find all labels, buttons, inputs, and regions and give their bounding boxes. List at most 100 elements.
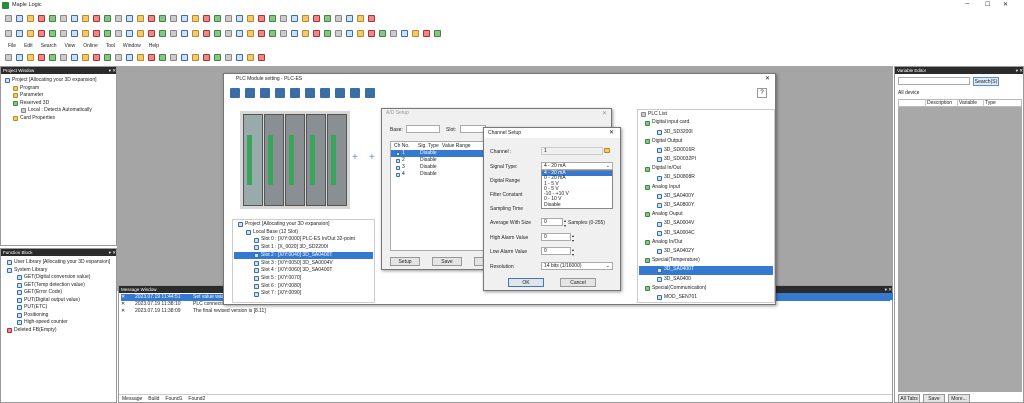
toolbar-icon[interactable] <box>236 30 243 37</box>
toolbar-icon[interactable] <box>225 54 232 61</box>
toolbar-icon[interactable] <box>71 30 78 37</box>
menu-item[interactable]: File <box>8 43 16 49</box>
plc-slot-item[interactable]: Slot 3 : [X/Y:0050] 3D_SA0004V <box>234 259 373 267</box>
menu-item[interactable]: Edit <box>24 43 33 49</box>
toolbar-icon[interactable] <box>5 54 12 61</box>
toolbar-icon[interactable] <box>126 54 133 61</box>
toolbar-icon[interactable] <box>181 15 188 22</box>
toolbar-icon[interactable] <box>104 30 111 37</box>
plc-list-item[interactable]: 3D_SD0016R <box>639 146 773 155</box>
function-block-item[interactable]: User Library [Allocating your 3D expansi… <box>3 259 114 267</box>
function-block-item[interactable]: System Library <box>3 267 114 275</box>
resolution-select[interactable]: 14 bits (1/16000) ⌄ <box>541 262 613 270</box>
ad-setup-close-icon[interactable]: ✕ <box>602 110 607 117</box>
function-block-item[interactable]: GET(Temp detection value) <box>3 282 114 290</box>
plc-list-item[interactable]: Analog Ouput <box>639 210 773 219</box>
toolbar-icon[interactable] <box>60 30 67 37</box>
toolbar-icon[interactable] <box>192 54 199 61</box>
plc-list-item[interactable]: 3D_SD0032PI <box>639 155 773 164</box>
variable-search-input[interactable] <box>898 77 970 85</box>
maximize-button[interactable]: ☐ <box>985 1 990 8</box>
plc-list-item[interactable]: 3D_SD0808R <box>639 174 773 183</box>
toolbar-icon[interactable] <box>181 30 188 37</box>
project-tree-item[interactable]: Parameter <box>3 92 114 100</box>
function-block-item[interactable]: PUT(ETC) <box>3 304 114 312</box>
message-tab[interactable]: Build <box>148 395 159 402</box>
toolbar-icon[interactable] <box>27 30 34 37</box>
toolbar-icon[interactable] <box>38 15 45 22</box>
project-tree-item[interactable]: Reserved 3D <box>3 100 114 108</box>
message-tab[interactable]: Message <box>122 395 142 402</box>
plc-list-item[interactable]: 3D_SA0400 <box>639 275 773 284</box>
toolbar-icon[interactable] <box>148 15 155 22</box>
toolbar-icon[interactable] <box>324 30 331 37</box>
plc-list-item[interactable]: 3D_SA0402Y <box>639 247 773 256</box>
toolbar-icon[interactable] <box>291 30 298 37</box>
function-block-item[interactable]: GET(Digital conversion value) <box>3 274 114 282</box>
toolbar-icon[interactable] <box>170 54 177 61</box>
ad-setup-button[interactable]: Save <box>432 257 462 266</box>
toolbar-icon[interactable] <box>324 15 331 22</box>
plc-module-image[interactable] <box>285 114 305 206</box>
plc-list-item[interactable]: 3D_SA0400T <box>639 265 773 275</box>
toolbar-icon[interactable] <box>126 15 133 22</box>
function-block-item[interactable]: GET(Error Code) <box>3 289 114 297</box>
toolbar-icon[interactable] <box>203 15 210 22</box>
low-alarm-input[interactable]: 0 <box>541 247 571 255</box>
toolbar-icon[interactable] <box>236 54 243 61</box>
menu-item[interactable]: View <box>65 43 76 49</box>
project-tree-item[interactable]: Card Properties <box>3 115 114 123</box>
plc-list-item[interactable]: 3D_SA0400Y <box>639 192 773 201</box>
toolbar-icon[interactable] <box>27 54 34 61</box>
toolbar-icon[interactable] <box>5 15 12 22</box>
ok-button[interactable]: OK <box>508 278 544 287</box>
toolbar-icon[interactable] <box>335 30 342 37</box>
toolbar-icon[interactable] <box>247 54 254 61</box>
plc-tool-icon[interactable] <box>365 88 375 98</box>
close-button[interactable]: ✕ <box>1003 1 1008 8</box>
variable-tab[interactable]: Save <box>923 394 945 403</box>
add-slot-icon-2[interactable]: + <box>369 152 375 163</box>
toolbar-icon[interactable] <box>302 15 309 22</box>
toolbar-icon[interactable] <box>27 15 34 22</box>
toolbar-icon[interactable] <box>280 15 287 22</box>
toolbar-icon[interactable] <box>181 54 188 61</box>
toolbar-icon[interactable] <box>93 30 100 37</box>
plc-tool-icon[interactable] <box>290 88 300 98</box>
plc-slot-item[interactable]: Project [Allocating your 3D expansion] <box>234 221 373 229</box>
toolbar-icon[interactable] <box>148 30 155 37</box>
plc-list-item[interactable]: 3D_SA0004C <box>639 229 773 238</box>
toolbar-icon[interactable] <box>159 30 166 37</box>
plc-list-item[interactable]: MOD_SEN701 <box>639 293 773 302</box>
message-tab[interactable]: Found1 <box>165 395 182 402</box>
variable-search-button[interactable]: Search(S) <box>973 77 999 86</box>
plc-list-item[interactable]: 3D_SD3200I <box>639 128 773 137</box>
menu-item[interactable]: Window <box>123 43 141 49</box>
channel-column-header[interactable]: Value Range <box>442 142 482 150</box>
toolbar-icon[interactable] <box>203 54 210 61</box>
plc-list-item[interactable]: 3D_SA0004V <box>639 220 773 229</box>
average-spinner[interactable]: ▴ ▾ <box>564 218 566 228</box>
toolbar-icon[interactable] <box>16 15 23 22</box>
toolbar-icon[interactable] <box>71 54 78 61</box>
project-tree-item[interactable]: Project [Allocating your 3D expansion] <box>3 77 114 85</box>
plc-module-image[interactable] <box>243 114 263 206</box>
toolbar-icon[interactable] <box>291 15 298 22</box>
plc-module-image[interactable] <box>306 114 326 206</box>
plc-module-close-icon[interactable]: ✕ <box>765 75 770 82</box>
toolbar-icon[interactable] <box>82 30 89 37</box>
signal-option[interactable]: Disable <box>542 202 612 208</box>
cancel-button[interactable]: Cancel <box>560 278 596 287</box>
toolbar-icon[interactable] <box>49 15 56 22</box>
toolbar-icon[interactable] <box>335 15 342 22</box>
toolbar-icon[interactable] <box>137 15 144 22</box>
toolbar-icon[interactable] <box>82 54 89 61</box>
plc-list-item[interactable]: Special(Communication) <box>639 284 773 293</box>
project-tree-item[interactable]: Local : Detects Automatically <box>3 107 114 115</box>
toolbar-icon[interactable] <box>170 15 177 22</box>
toolbar-icon[interactable] <box>71 15 78 22</box>
variable-tab[interactable]: All Tabs <box>898 394 920 403</box>
high-alarm-input[interactable]: 0 <box>541 233 571 241</box>
toolbar-icon[interactable] <box>38 30 45 37</box>
toolbar-icon[interactable] <box>368 30 375 37</box>
